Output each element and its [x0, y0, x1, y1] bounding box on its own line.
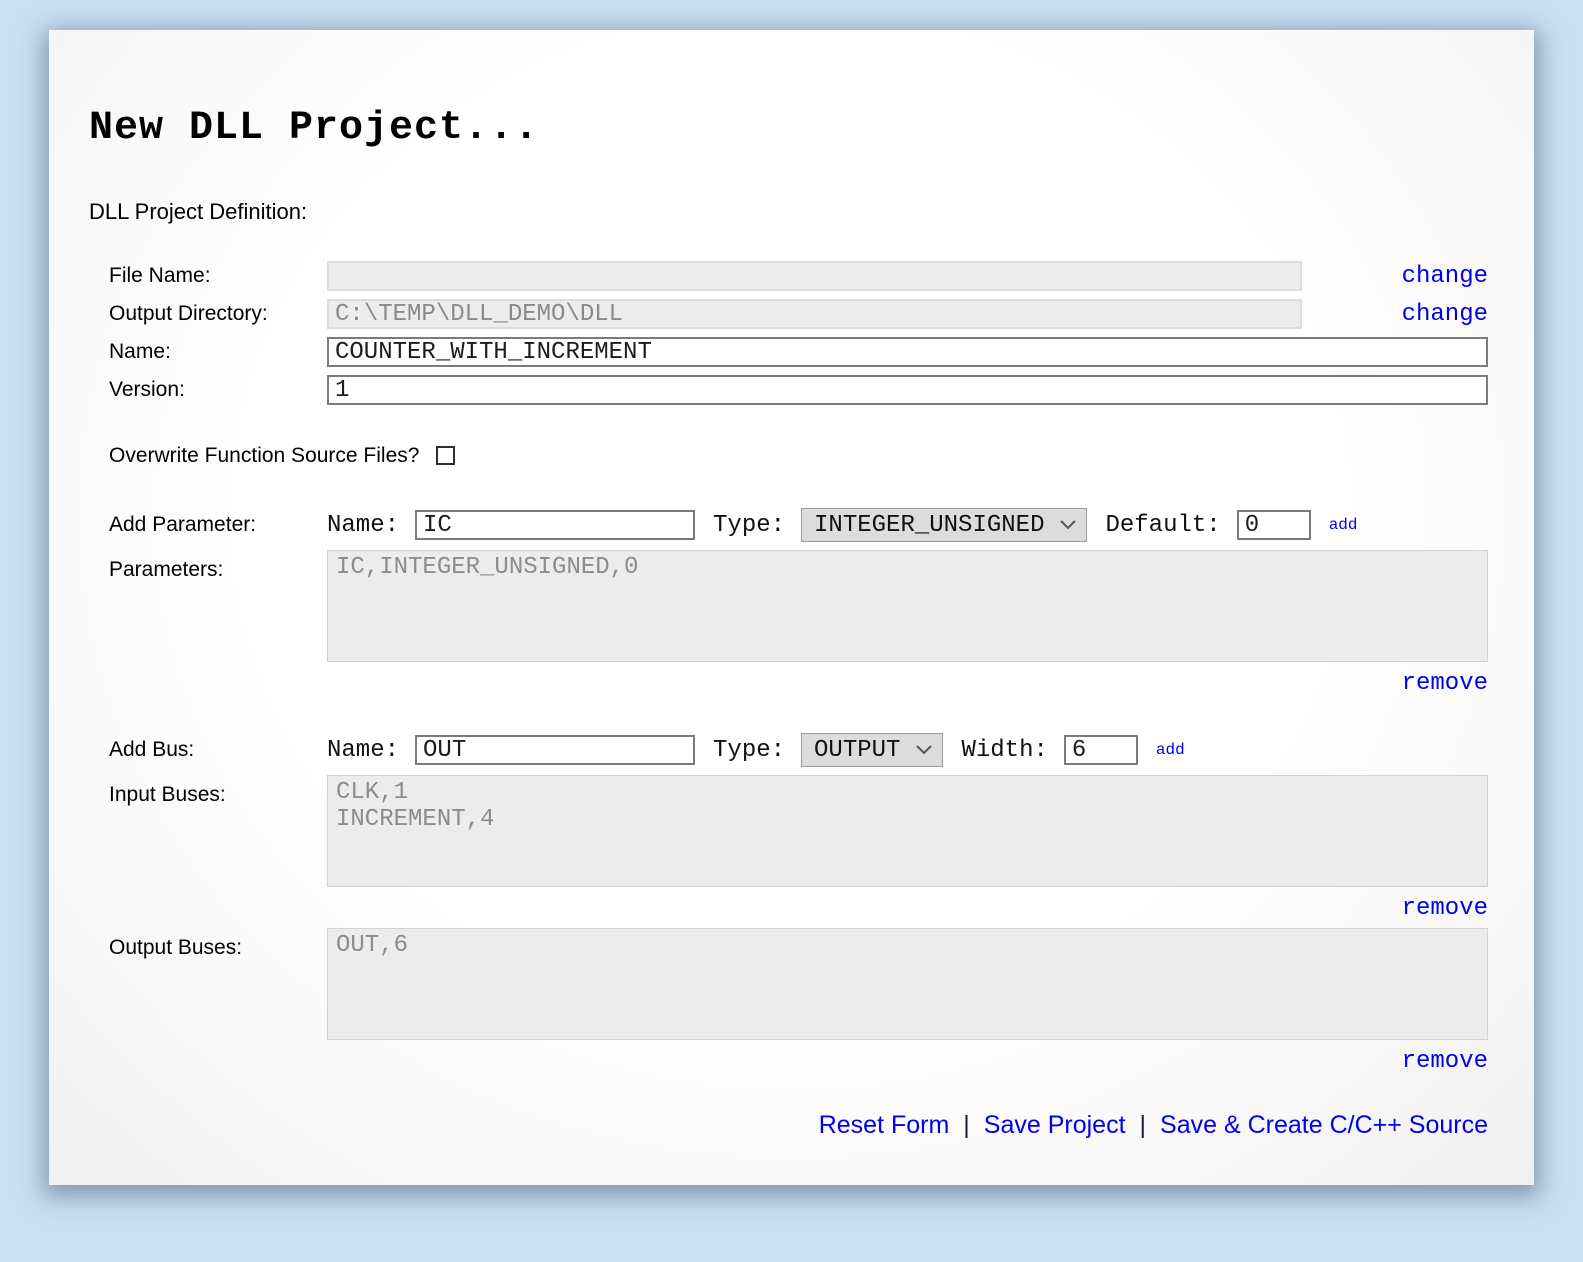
- name-row: Name:: [109, 337, 1488, 367]
- output-directory-row: Output Directory: change: [109, 299, 1488, 329]
- parameters-remove-link[interactable]: remove: [1402, 670, 1488, 697]
- bus-name-input[interactable]: [415, 735, 695, 765]
- dll-project-form: File Name: change Output Directory: chan…: [89, 261, 1488, 1140]
- bus-type-value: OUTPUT: [814, 737, 900, 764]
- parameter-type-label: Type:: [713, 512, 785, 539]
- add-parameter-row: Add Parameter: Name: Type: INTEGER_UNSIG…: [109, 508, 1488, 542]
- reset-form-link[interactable]: Reset Form: [819, 1111, 950, 1140]
- output-buses-remove-link[interactable]: remove: [1402, 1048, 1488, 1075]
- bus-type-select[interactable]: OUTPUT: [801, 733, 943, 767]
- input-buses-remove-row: remove: [109, 895, 1488, 922]
- output-directory-input: [327, 299, 1302, 329]
- action-separator: |: [1140, 1111, 1147, 1140]
- save-project-link[interactable]: Save Project: [984, 1111, 1126, 1140]
- overwrite-row: Overwrite Function Source Files?: [109, 443, 1488, 468]
- parameter-default-label: Default:: [1105, 512, 1220, 539]
- output-buses-label: Output Buses:: [109, 928, 327, 960]
- bus-width-input[interactable]: [1064, 735, 1138, 765]
- input-buses-row: Input Buses:: [109, 775, 1488, 887]
- file-name-row: File Name: change: [109, 261, 1488, 291]
- bus-name-label: Name:: [327, 737, 399, 764]
- form-actions: Reset Form | Save Project | Save & Creat…: [109, 1111, 1488, 1140]
- save-create-source-link[interactable]: Save & Create C/C++ Source: [1160, 1111, 1488, 1140]
- file-name-change-link[interactable]: change: [1402, 263, 1488, 290]
- section-heading: DLL Project Definition:: [89, 199, 1488, 225]
- overwrite-checkbox[interactable]: [436, 446, 455, 465]
- chevron-down-icon: [916, 745, 932, 755]
- add-parameter-label: Add Parameter:: [109, 513, 327, 537]
- version-row: Version:: [109, 375, 1488, 405]
- name-label: Name:: [109, 340, 327, 364]
- parameter-type-select[interactable]: INTEGER_UNSIGNED: [801, 508, 1087, 542]
- add-bus-label: Add Bus:: [109, 738, 327, 762]
- file-name-label: File Name:: [109, 264, 327, 288]
- add-bus-row: Add Bus: Name: Type: OUTPUT Width: add: [109, 733, 1488, 767]
- parameters-label: Parameters:: [109, 550, 327, 582]
- dll-project-form-panel: New DLL Project... DLL Project Definitio…: [49, 30, 1534, 1185]
- bus-width-label: Width:: [961, 737, 1047, 764]
- output-buses-listbox[interactable]: [327, 928, 1488, 1040]
- name-input[interactable]: [327, 337, 1488, 367]
- parameters-remove-row: remove: [109, 670, 1488, 697]
- input-buses-listbox[interactable]: [327, 775, 1488, 887]
- overwrite-label: Overwrite Function Source Files?: [109, 444, 419, 467]
- add-bus-link[interactable]: add: [1156, 741, 1185, 759]
- bus-type-label: Type:: [713, 737, 785, 764]
- page-title: New DLL Project...: [89, 30, 1488, 151]
- input-buses-label: Input Buses:: [109, 775, 327, 807]
- action-separator: |: [963, 1111, 970, 1140]
- output-directory-change-link[interactable]: change: [1402, 301, 1488, 328]
- version-label: Version:: [109, 378, 327, 402]
- add-parameter-link[interactable]: add: [1329, 516, 1358, 534]
- version-input[interactable]: [327, 375, 1488, 405]
- chevron-down-icon: [1060, 520, 1076, 530]
- output-buses-remove-row: remove: [109, 1048, 1488, 1075]
- input-buses-remove-link[interactable]: remove: [1402, 895, 1488, 922]
- parameter-default-input[interactable]: [1237, 510, 1311, 540]
- parameter-name-label: Name:: [327, 512, 399, 539]
- output-buses-row: Output Buses:: [109, 928, 1488, 1040]
- parameter-type-value: INTEGER_UNSIGNED: [814, 512, 1044, 539]
- parameters-listbox[interactable]: [327, 550, 1488, 662]
- output-directory-label: Output Directory:: [109, 302, 327, 326]
- parameters-row: Parameters:: [109, 550, 1488, 662]
- parameter-name-input[interactable]: [415, 510, 695, 540]
- file-name-input: [327, 261, 1302, 291]
